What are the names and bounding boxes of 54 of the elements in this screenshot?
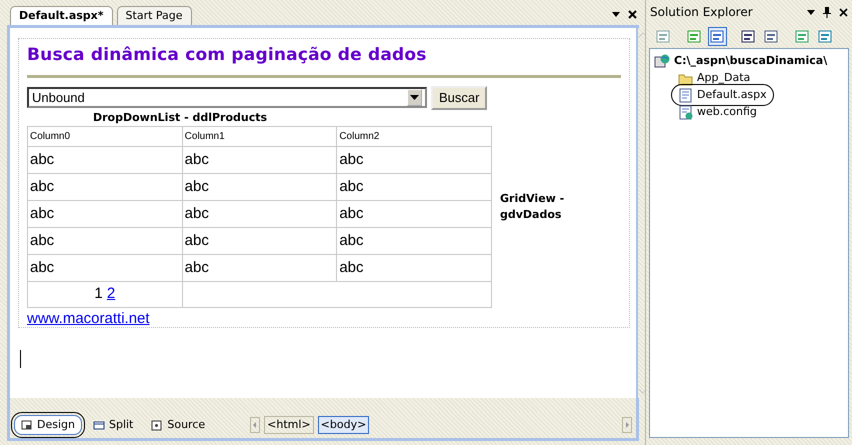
horizontal-scrollbar[interactable] xyxy=(10,398,636,412)
dropdown-icon[interactable] xyxy=(612,12,620,16)
config-file-icon xyxy=(678,104,693,120)
table-cell: abc xyxy=(28,146,182,174)
table-cell: abc xyxy=(336,254,492,282)
view-tab[interactable]: Source xyxy=(144,414,212,436)
table-cell: abc xyxy=(28,254,182,282)
document-tab[interactable]: Start Page xyxy=(116,6,192,25)
table-cell: abc xyxy=(336,228,492,254)
table-cell: abc xyxy=(182,146,337,174)
dropdown-icon[interactable] xyxy=(807,10,815,14)
text-cursor xyxy=(20,350,21,368)
close-icon[interactable] xyxy=(628,10,637,18)
table-cell: abc xyxy=(336,174,492,200)
tree-item[interactable]: App_Data xyxy=(697,70,750,86)
view-tab[interactable]: Design xyxy=(14,414,82,436)
caret-icon xyxy=(410,95,419,100)
document-tab[interactable]: Default.aspx* xyxy=(10,6,113,25)
scroll-right-icon[interactable] xyxy=(622,417,632,434)
tree-item[interactable]: Default.aspx xyxy=(697,86,767,104)
page-heading: Busca dinâmica com paginação de dados xyxy=(27,44,428,67)
search-button[interactable]: Buscar xyxy=(431,86,488,110)
table-cell: abc xyxy=(336,200,492,228)
table-cell: abc xyxy=(182,228,337,254)
table-cell: abc xyxy=(28,174,182,200)
close-icon[interactable] xyxy=(839,8,848,16)
table-cell: abc xyxy=(182,174,337,200)
tree-item[interactable]: C:\_aspn\buscaDinamica\ xyxy=(674,53,828,70)
tree-item[interactable]: web.config xyxy=(697,104,757,120)
table-cell: abc xyxy=(28,200,182,228)
table-cell: abc xyxy=(182,200,337,228)
column-header: Column0 xyxy=(28,126,182,146)
tag-button[interactable]: <html> xyxy=(264,416,314,434)
design-view-icon xyxy=(21,420,33,431)
scroll-left-icon[interactable] xyxy=(250,417,260,434)
dropdown-field[interactable]: Unbound xyxy=(27,87,427,108)
table-cell: abc xyxy=(182,254,337,282)
panel-title: Solution Explorer xyxy=(650,4,753,21)
website-link[interactable]: www.macoratti.net xyxy=(27,310,150,327)
table-cell: abc xyxy=(28,228,182,254)
caption-label: DropDownList - ddlProducts xyxy=(93,110,268,126)
column-header: Column2 xyxy=(336,126,492,146)
split-view-icon xyxy=(92,420,105,431)
view-tab[interactable]: Split xyxy=(86,414,140,436)
page-link[interactable]: 2 xyxy=(106,285,116,302)
caption-label: GridView - gdvDados xyxy=(500,190,566,223)
tag-button[interactable]: <body> xyxy=(318,416,370,434)
source-view-icon xyxy=(151,420,164,431)
pin-icon[interactable] xyxy=(823,6,831,18)
page-icon xyxy=(678,88,693,102)
table-cell: abc xyxy=(336,146,492,174)
column-header: Column1 xyxy=(182,126,337,146)
page-number: 1 xyxy=(94,285,103,302)
web-project-icon xyxy=(654,53,670,70)
